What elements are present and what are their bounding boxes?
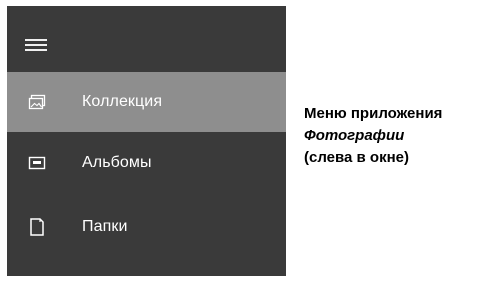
hamburger-menu-icon[interactable] [25, 36, 51, 54]
hamburger-line [25, 39, 47, 41]
menu-item-folders[interactable]: Папки [7, 197, 286, 257]
caption-line-3: (слева в окне) [304, 149, 409, 166]
menu-item-collection[interactable]: Коллекция [7, 72, 286, 132]
menu-item-label: Папки [82, 218, 128, 235]
menu-item-label: Коллекция [82, 93, 163, 110]
hamburger-line [25, 44, 47, 46]
figure-caption: Меню приложения Фотографии (слева в окне… [304, 103, 489, 169]
album-icon [27, 153, 47, 173]
app-navigation-menu: Коллекция Альбомы Папки [7, 6, 286, 276]
caption-line-1: Меню приложения [304, 105, 443, 122]
photo-collection-icon [27, 92, 47, 112]
menu-item-label: Альбомы [82, 154, 152, 171]
hamburger-line [25, 49, 47, 51]
menu-item-albums[interactable]: Альбомы [7, 133, 286, 193]
caption-app-name: Фотографии [304, 127, 405, 144]
folder-icon [27, 217, 47, 237]
